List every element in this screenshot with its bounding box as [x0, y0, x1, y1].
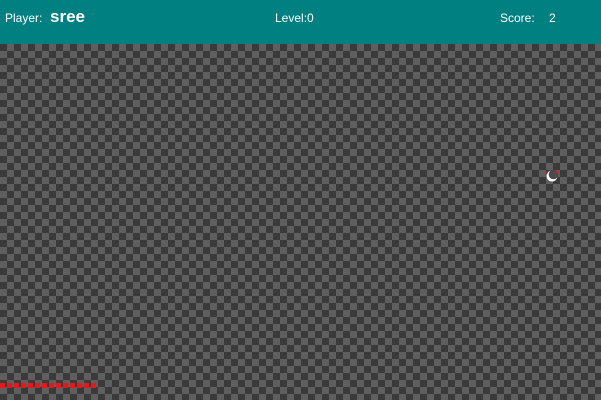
player-name: sree: [50, 7, 85, 26]
player-label: Player:: [5, 11, 43, 25]
hud-bar: Player: sree Level:0 Score: 2: [0, 0, 601, 44]
crescent-food-icon: [543, 168, 561, 184]
snake-segment: [0, 383, 5, 388]
snake-segment: [28, 383, 33, 388]
snake-segment: [49, 383, 54, 388]
snake-segment: [70, 383, 75, 388]
snake-segment: [91, 383, 96, 388]
snake-segment: [84, 383, 89, 388]
snake-segment: [63, 383, 68, 388]
level-indicator: Level:0: [275, 11, 314, 25]
game-board[interactable]: [0, 44, 601, 400]
snake-segment: [21, 383, 26, 388]
snake-segment: [56, 383, 61, 388]
snake-body: [0, 383, 96, 388]
snake-segment: [7, 383, 12, 388]
score-value: 2: [549, 11, 556, 25]
snake-segment: [42, 383, 47, 388]
snake-segment: [77, 383, 82, 388]
score-label: Score:: [500, 11, 535, 25]
snake-segment: [35, 383, 40, 388]
snake-segment: [14, 383, 19, 388]
